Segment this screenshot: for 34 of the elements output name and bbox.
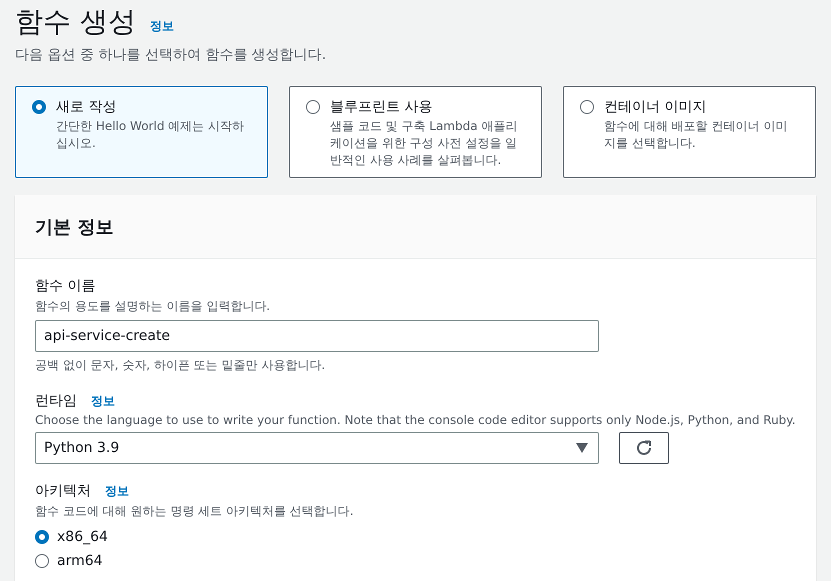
radio-label: x86_64 — [57, 529, 108, 545]
field-label: 아키텍처 — [35, 482, 91, 500]
field-description: 함수 코드에 대해 원하는 명령 세트 아키텍처를 선택합니다. — [35, 503, 354, 520]
radio-button[interactable] — [35, 530, 49, 544]
radio-button[interactable] — [32, 100, 46, 114]
field-description: 함수의 용도를 설명하는 이름을 입력합니다. — [35, 298, 270, 315]
panel-title: 기본 정보 — [35, 216, 114, 238]
option-title: 새로 작성 — [56, 98, 118, 116]
radio-button[interactable] — [306, 100, 320, 114]
refresh-icon — [635, 439, 653, 457]
radio-button[interactable] — [580, 100, 594, 114]
option-title: 블루프린트 사용 — [330, 98, 434, 116]
option-description: 함수에 대해 배포할 컨테이너 이미지를 선택합니다. — [604, 118, 788, 152]
radio-label: arm64 — [57, 553, 103, 569]
field-constraint: 공백 없이 문자, 숫자, 하이픈 또는 밑줄만 사용합니다. — [35, 357, 326, 374]
option-card[interactable]: 블루프린트 사용 샘플 코드 및 구축 Lambda 애플리케이션을 위한 구성 사전 설정을 일반적인 사용 사례를 살펴봅니다. — [289, 86, 542, 178]
option-description: 샘플 코드 및 구축 Lambda 애플리케이션을 위한 구성 사전 설정을 일반적인 사용 사례를 살펴봅니다. — [330, 118, 518, 169]
page-title: 함수 생성 — [15, 4, 136, 40]
field-label: 함수 이름 — [35, 277, 96, 295]
info-link[interactable]: 정보 — [150, 18, 174, 34]
option-card[interactable]: 컨테이너 이미지 함수에 대해 배포할 컨테이너 이미지를 선택합니다. — [563, 86, 816, 178]
option-card[interactable]: 새로 작성 간단한 Hello World 예제는 시작하십시오. — [15, 86, 268, 178]
page-description: 다음 옵션 중 하나를 선택하여 함수를 생성합니다. — [15, 46, 328, 64]
refresh-button[interactable] — [619, 432, 669, 464]
field-description: Choose the language to use to write your function. Note that the console code editor supports only Node.js, Python, and Ruby. — [35, 413, 796, 427]
field-label: 런타임 — [35, 392, 77, 410]
option-description: 간단한 Hello World 예제는 시작하십시오. — [56, 118, 246, 152]
name-input-field[interactable]: api-service-create — [35, 320, 599, 352]
runtime-dropdown[interactable]: Python 3.9 — [35, 432, 599, 464]
radio-button[interactable] — [35, 554, 49, 568]
info-link[interactable]: 정보 — [91, 392, 115, 410]
option-title: 컨테이너 이미지 — [604, 98, 708, 116]
info-link[interactable]: 정보 — [105, 482, 129, 500]
caret-down-icon — [576, 443, 588, 453]
